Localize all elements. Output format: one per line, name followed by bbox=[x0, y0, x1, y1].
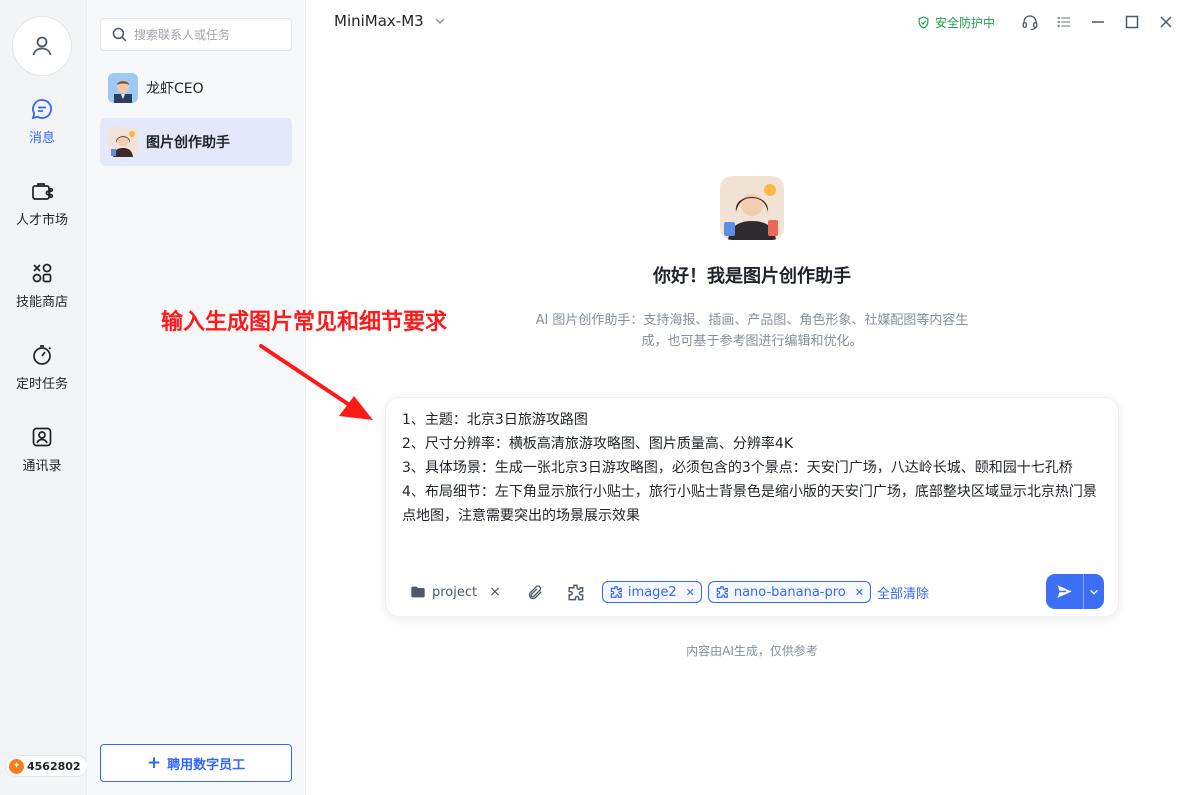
nav-scheduled-tasks-label: 定时任务 bbox=[15, 377, 68, 392]
model-chip-nano-banana-pro[interactable]: nano-banana-pro ✕ bbox=[707, 581, 871, 603]
chat-header: MiniMax-M3 安全防护中 bbox=[306, 0, 1195, 44]
maximize-icon[interactable] bbox=[1122, 12, 1142, 32]
remove-chip-icon[interactable]: ✕ bbox=[686, 586, 695, 599]
contact-longxia-ceo[interactable]: 龙虾CEO bbox=[100, 64, 292, 112]
search-icon bbox=[112, 27, 127, 42]
send-options-dropdown[interactable] bbox=[1083, 574, 1104, 609]
contact-image-assistant[interactable]: 图片创作助手 bbox=[100, 118, 292, 166]
composer-toolbar: project × image2 ✕ nano-banana-pro ✕ 全部清… bbox=[410, 579, 929, 605]
nav-contacts[interactable]: 通讯录 bbox=[0, 424, 84, 488]
contact-name: 图片创作助手 bbox=[146, 135, 230, 151]
assistant-avatar bbox=[108, 127, 138, 157]
left-rail: 消息 人才市场 技能商店 定时任务 通讯录 ✦ 4562802 bbox=[0, 0, 88, 795]
plus-icon: + bbox=[146, 753, 162, 773]
hire-label: 聘用数字员工 bbox=[167, 757, 246, 773]
search-input[interactable] bbox=[134, 27, 284, 42]
nav-contacts-label: 通讯录 bbox=[22, 459, 62, 474]
assistant-hero-avatar bbox=[720, 176, 784, 240]
menu-list-icon[interactable] bbox=[1054, 12, 1074, 32]
points-badge[interactable]: ✦ 4562802 bbox=[5, 755, 88, 777]
hire-digital-employee-button[interactable]: + 聘用数字员工 bbox=[100, 744, 292, 782]
plugin-icon bbox=[610, 586, 622, 598]
remove-project-icon[interactable]: × bbox=[489, 584, 501, 600]
security-status[interactable]: 安全防护中 bbox=[917, 14, 995, 31]
user-avatar[interactable] bbox=[12, 16, 72, 76]
clear-all-button[interactable]: 全部清除 bbox=[877, 583, 929, 602]
project-selector[interactable]: project bbox=[410, 584, 477, 600]
model-selector[interactable]: MiniMax-M3 bbox=[334, 12, 446, 30]
greeting-title: 你好！我是图片创作助手 bbox=[653, 266, 851, 287]
chip-label: nano-banana-pro bbox=[733, 584, 846, 600]
apps-icon bbox=[29, 260, 55, 286]
nav-skill-store[interactable]: 技能商店 bbox=[0, 260, 84, 324]
prompt-line: 2、尺寸分辨率：横板高清旅游攻略图、图片质量高、分辨率4K bbox=[402, 436, 793, 452]
send-icon bbox=[1057, 585, 1072, 598]
annotation-text: 输入生成图片常见和细节要求 bbox=[161, 310, 448, 335]
assistant-description: AI 图片创作助手：支持海报、插画、产品图、角色形象、社媒配图等内容生成，也可基… bbox=[535, 313, 969, 349]
prompt-line: 1、主题：北京3日旅游攻路图 bbox=[402, 412, 588, 428]
ai-disclaimer: 内容由AI生成，仅供参考 bbox=[686, 644, 818, 658]
chip-label: image2 bbox=[627, 584, 677, 600]
minimize-icon[interactable] bbox=[1088, 12, 1108, 32]
points-value: 4562802 bbox=[27, 759, 81, 773]
search-box[interactable] bbox=[100, 18, 292, 51]
briefcase-share-icon bbox=[29, 178, 55, 204]
model-name: MiniMax-M3 bbox=[334, 12, 424, 30]
plugin-icon bbox=[716, 586, 728, 598]
nav-talent-market[interactable]: 人才市场 bbox=[0, 178, 84, 242]
chevron-down-icon bbox=[435, 18, 445, 24]
stopwatch-icon bbox=[29, 342, 55, 368]
model-chip-image2[interactable]: image2 ✕ bbox=[601, 581, 702, 603]
contact-name: 龙虾CEO bbox=[146, 81, 204, 97]
folder-icon bbox=[411, 586, 425, 598]
ceo-avatar bbox=[108, 73, 138, 103]
remove-chip-icon[interactable]: ✕ bbox=[855, 586, 864, 599]
headset-icon[interactable] bbox=[1020, 12, 1040, 32]
send-button-group bbox=[1046, 574, 1104, 609]
prompt-line: 3、具体场景：生成一张北京3日游攻略图，必须包含的3个景点：天安门广场，八达岭长… bbox=[402, 460, 1073, 476]
paperclip-icon[interactable] bbox=[527, 584, 544, 601]
message-composer[interactable]: 1、主题：北京3日旅游攻路图 2、尺寸分辨率：横板高清旅游攻略图、图片质量高、分… bbox=[385, 397, 1119, 617]
coin-icon: ✦ bbox=[9, 758, 24, 774]
prompt-input[interactable]: 1、主题：北京3日旅游攻路图 2、尺寸分辨率：横板高清旅游攻略图、图片质量高、分… bbox=[402, 408, 1106, 528]
annotation-arrow-icon bbox=[259, 344, 373, 420]
nav-talent-market-label: 人才市场 bbox=[15, 213, 68, 228]
contact-card-icon bbox=[29, 424, 55, 450]
shield-check-icon bbox=[918, 16, 929, 29]
nav-scheduled-tasks[interactable]: 定时任务 bbox=[0, 342, 84, 406]
user-icon bbox=[32, 36, 52, 56]
message-icon bbox=[29, 96, 55, 122]
project-label: project bbox=[432, 584, 478, 600]
nav-skill-store-label: 技能商店 bbox=[15, 295, 68, 310]
close-icon[interactable] bbox=[1156, 12, 1176, 32]
prompt-line: 4、布局细节：左下角显示旅行小贴士，旅行小贴士背景色是缩小版的天安门广场，底部整… bbox=[402, 484, 1097, 524]
chevron-down-icon bbox=[1090, 589, 1098, 595]
nav-messages-label: 消息 bbox=[28, 131, 55, 146]
plugin-icon[interactable] bbox=[566, 583, 585, 602]
send-button[interactable] bbox=[1046, 574, 1083, 609]
security-label: 安全防护中 bbox=[935, 16, 996, 30]
nav-messages[interactable]: 消息 bbox=[0, 96, 84, 160]
